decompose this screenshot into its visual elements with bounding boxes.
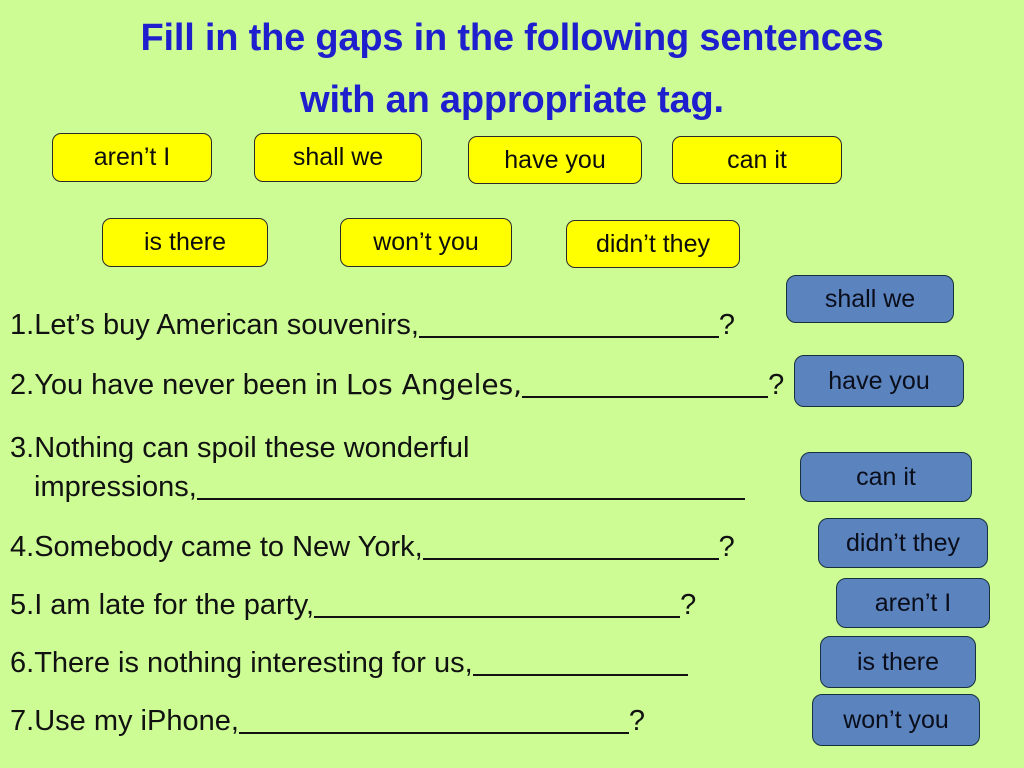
sentence-number: 6. [10,647,35,679]
word-bank-chip-wont-you[interactable]: won’t you [340,218,512,267]
answer-chip-wont-you[interactable]: won’t you [812,694,980,746]
title-line-1: Fill in the gaps in the following senten… [140,17,884,59]
sentence-number: 7. [10,705,35,737]
word-bank-chip-label: won’t you [373,228,479,256]
answer-chip-have-you[interactable]: have you [794,355,964,407]
sentence-blank[interactable] [238,710,629,734]
page-title: Fill in the gaps in the following senten… [0,8,1024,131]
sentence-text: I am late for the party, [34,589,315,621]
word-bank-chip-label: didn’t they [596,229,710,258]
answer-chip-label: can it [856,462,916,491]
sentence-row-5: 5.I am late for the party,? [10,589,697,621]
word-bank-chip-shall-we[interactable]: shall we [254,133,422,182]
word-bank-chip-label: shall we [292,143,384,171]
sentence-question-mark: ? [680,589,697,621]
sentence-blank[interactable] [472,652,688,676]
word-bank-chip-label: can it [727,145,787,174]
sentence-row-1: 1.Let’s buy American souvenirs,? [10,309,736,341]
sentence-text: There is nothing interesting for us, [34,647,473,679]
answer-chip-can-it[interactable]: can it [800,452,972,502]
word-bank-chip-arent-i[interactable]: aren’t I [52,133,212,182]
answer-chip-arent-i[interactable]: aren’t I [836,578,990,628]
sentence-question-mark: ? [768,369,785,401]
sentence-question-mark: ? [718,309,736,341]
answer-chip-didnt-they[interactable]: didn’t they [818,518,988,568]
answer-chip-label: is there [857,647,939,676]
answer-chip-label: won’t you [843,705,949,734]
sentence-blank[interactable] [418,314,719,338]
answer-chip-label: aren’t I [874,588,952,617]
sentence-number: 4. [10,531,35,563]
sentence-blank[interactable] [196,476,745,500]
sentence-text: Use my iPhone, [34,705,239,737]
answer-chip-label: shall we [824,284,916,313]
word-bank-chip-can-it[interactable]: can it [672,136,842,184]
word-bank-chip-label: have you [504,145,606,174]
answer-chip-label: have you [828,366,930,395]
sentence-question-mark: ? [718,531,735,563]
sentence-text-emphasis: Los Angeles, [345,368,523,401]
word-bank-chip-is-there[interactable]: is there [102,218,268,267]
answer-chip-shall-we[interactable]: shall we [786,275,954,323]
sentence-row-4: 4.Somebody came to New York,? [10,531,735,563]
answer-chip-label: didn’t they [846,528,960,557]
sentence-text: Somebody came to New York, [34,531,423,563]
sentence-row-2: 2.You have never been in Los Angeles,? [10,368,785,401]
sentence-number: 5. [10,589,35,621]
sentence-blank[interactable] [422,536,719,560]
word-bank-chip-label: is there [144,228,226,256]
sentence-text: You have never been in [34,369,346,401]
sentence-number: 2. [10,369,35,401]
sentence-row-3: 3.Nothing can spoil these wonderful [10,432,470,464]
word-bank-chip-label: aren’t I [93,143,171,171]
sentence-row-7: 7.Use my iPhone,? [10,705,646,737]
sentence-blank[interactable] [522,374,769,398]
word-bank-chip-didnt-they[interactable]: didn’t they [566,220,740,268]
sentence-row-6: 6.There is nothing interesting for us,? [10,647,870,679]
sentence-text: Nothing can spoil these wonderful [34,432,470,464]
sentence-text: Let’s buy American souvenirs, [34,309,419,341]
sentence-question-mark: ? [628,705,646,737]
title-line-2: with an appropriate tag. [300,78,724,121]
sentence-number: 3. [10,432,35,464]
word-bank-chip-have-you[interactable]: have you [468,136,642,184]
slide-canvas: Fill in the gaps in the following senten… [0,0,1024,768]
sentence-text: impressions, [34,471,197,503]
sentence-blank[interactable] [314,594,681,618]
sentence-number: 1. [10,309,35,341]
answer-chip-is-there[interactable]: is there [820,636,976,688]
